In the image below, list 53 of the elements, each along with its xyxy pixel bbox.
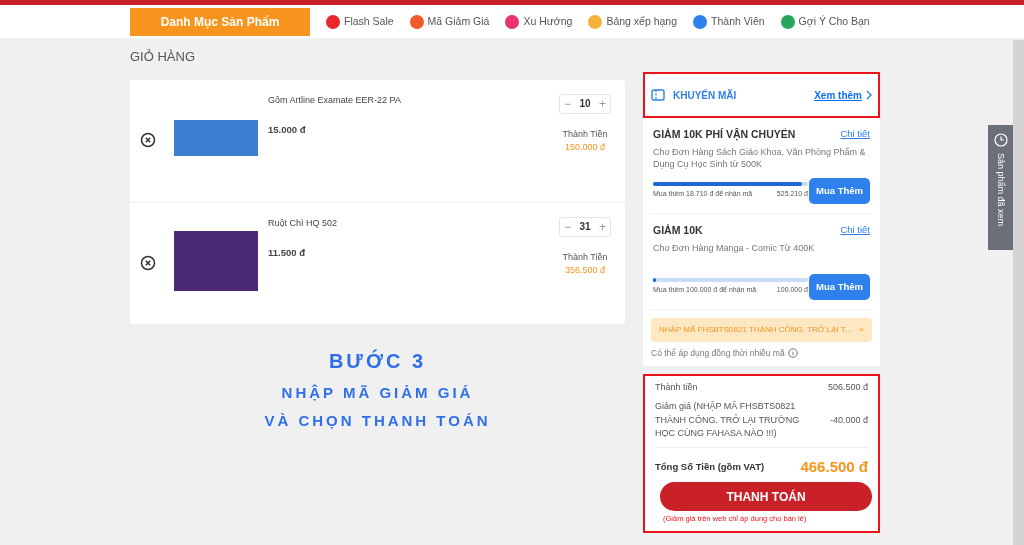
nav-link[interactable]: Flash Sale (344, 13, 394, 30)
minus-button[interactable]: − (564, 97, 571, 110)
clock-icon (993, 133, 1008, 147)
info-icon (787, 348, 798, 359)
applied-code-text: NHẬP MÃ FHSBTS0821 THÀNH CÔNG. TRỞ LẠI T... (659, 324, 852, 336)
quantity-stepper[interactable]: − 31 + (559, 216, 611, 237)
quantity-value: 31 (579, 220, 591, 234)
nav-link[interactable]: Xu Hướng (523, 13, 573, 30)
summary-value: -40.000 đ (829, 413, 868, 427)
remove-icon[interactable] (140, 131, 156, 148)
detail-link[interactable]: Chi tiết (840, 223, 870, 239)
promotion-title: KHUYẾN MÃI (673, 88, 737, 103)
remove-icon[interactable] (140, 254, 156, 271)
plus-button[interactable]: + (599, 220, 606, 233)
step-title: BƯỚC 3 (327, 348, 428, 374)
offer-title: GIẢM 10K PHÍ VẬN CHUYỂN (653, 127, 796, 143)
chevron-right-icon (866, 90, 872, 100)
subtotal-value: 356.500 đ (564, 264, 605, 277)
page-title: GIỎ HÀNG (130, 48, 196, 66)
quantity-value: 10 (579, 97, 591, 111)
subtotal-label: Thành Tiền (562, 127, 608, 141)
offer-description: Cho Đơn Hàng Manga - Comic Từ 400K (653, 241, 816, 255)
product-price: 15.000 đ (268, 123, 307, 137)
scrollbar[interactable] (1013, 40, 1024, 545)
offer-description: Cho Đơn Hàng Sách Giáo Khoa, Văn Phòng Phẩm & Dụng Cụ Học Sinh từ 500K (653, 145, 867, 172)
total-label: Tổng Số Tiền (gồm VAT) (655, 459, 765, 474)
buy-more-button[interactable]: Mua Thêm (809, 273, 870, 300)
detail-link[interactable]: Chi tiết (840, 127, 870, 143)
step-caption: VÀ CHỌN THANH TOÁN (263, 411, 492, 431)
summary-label: Giảm giá (NHẬP MÃ FHSBTS0821 THÀNH CÔNG. TRỞ LẠI TRƯỜNG HỌC CÙNG FAHASA NÀO !!!) (655, 400, 801, 441)
offer-title: GIẢM 10K (653, 223, 703, 238)
nav-link[interactable]: Mã Giảm Giá (427, 13, 490, 30)
summary-label: Thành tiền (655, 380, 698, 394)
step-caption: NHẬP MÃ GIẢM GIÁ (280, 382, 475, 403)
subtotal-label: Thành Tiền (562, 250, 608, 264)
nav-link[interactable]: Thành Viên (711, 13, 765, 30)
nav-link[interactable]: Bảng xếp hạng (606, 13, 678, 30)
minus-button[interactable]: − (564, 220, 571, 233)
plus-button[interactable]: + (599, 97, 606, 110)
subtotal-value: 150.000 đ (564, 141, 605, 154)
see-more-link[interactable]: Xem thêm (814, 87, 872, 103)
ticket-icon (651, 89, 665, 101)
product-price: 11.500 đ (268, 246, 306, 260)
recently-viewed-tab[interactable]: Sản phẩm đã xem (988, 125, 1013, 250)
multi-code-note: Có thể áp dụng đồng thời nhiều mã (651, 347, 785, 360)
product-name[interactable]: Ruột Chì HQ 502 (268, 216, 545, 230)
checkout-button[interactable]: THANH TOÁN (660, 482, 872, 512)
buy-more-button[interactable]: Mua Thêm (809, 177, 870, 204)
product-name[interactable]: Gôm Artline Examate EER-22 PA (268, 93, 545, 107)
quantity-stepper[interactable]: − 10 + (559, 93, 611, 114)
summary-value: 506.500 đ (827, 380, 868, 394)
total-value: 466.500 đ (800, 456, 868, 477)
nav-link[interactable]: Gợi Ý Cho Bạn (798, 13, 870, 30)
